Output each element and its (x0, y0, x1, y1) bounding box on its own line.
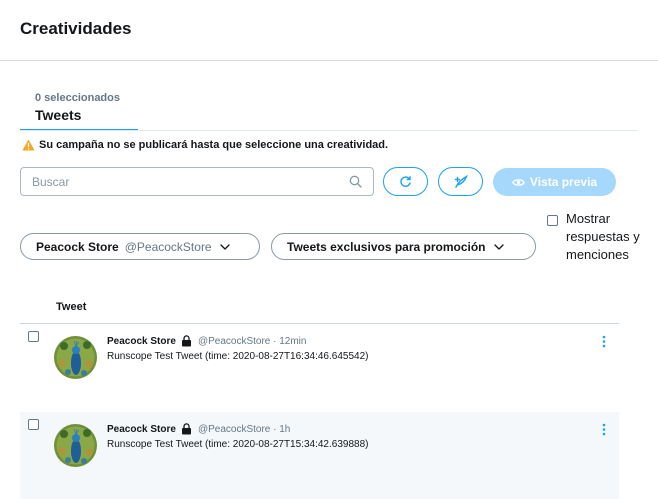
page-title: Creatividades (20, 19, 132, 38)
tab-tweets[interactable]: 0 seleccionados Tweets (20, 88, 138, 131)
account-name: Peacock Store (36, 239, 119, 254)
tab-selected-count: 0 seleccionados (35, 92, 120, 104)
search-box[interactable] (20, 167, 374, 196)
lock-icon (181, 335, 191, 347)
tweet-author-name: Peacock Store (107, 423, 176, 435)
tweet-type-label: Tweets exclusivos para promoción (287, 239, 486, 254)
tweet-handle-time: @PeacockStore · 12min (197, 335, 307, 347)
tweet-text: Runscope Test Tweet (time: 2020-08-27T15… (107, 439, 369, 450)
lock-icon (181, 423, 191, 435)
table-row[interactable]: Peacock Store @PeacockStore · 1h Runscop… (20, 412, 619, 499)
tabs-divider (20, 130, 638, 131)
tweet-handle-time: @PeacockStore · 1h (197, 423, 291, 435)
column-header-tweet: Tweet (56, 301, 87, 313)
preview-button-label: Vista previa (529, 175, 598, 189)
warning-text: Su campaña no se publicará hasta que sel… (39, 139, 389, 151)
warning-triangle-icon (22, 139, 35, 151)
tab-label: Tweets (35, 107, 82, 123)
more-options-icon[interactable] (602, 335, 606, 348)
chevron-down-icon (219, 243, 230, 250)
compose-tweet-button[interactable] (438, 167, 483, 196)
row-checkbox[interactable] (28, 419, 39, 430)
refresh-icon (400, 176, 411, 187)
eye-icon (511, 178, 525, 186)
refresh-button[interactable] (383, 167, 428, 196)
preview-button[interactable]: Vista previa (493, 168, 616, 196)
tweet-type-filter-dropdown[interactable]: Tweets exclusivos para promoción (271, 233, 536, 260)
warning-message: Su campaña no se publicará hasta que sel… (22, 139, 388, 151)
account-handle: @PeacockStore (124, 239, 212, 254)
avatar (54, 336, 97, 379)
search-icon (349, 175, 362, 188)
show-replies-label: Mostrar respuestas y menciones (566, 211, 640, 262)
compose-icon (454, 175, 468, 188)
tweet-text: Runscope Test Tweet (time: 2020-08-27T16… (107, 351, 369, 362)
table-row[interactable]: Peacock Store @PeacockStore · 12min Runs… (20, 324, 619, 412)
account-filter-dropdown[interactable]: Peacock Store @PeacockStore (20, 233, 260, 260)
row-checkbox[interactable] (28, 331, 39, 342)
avatar (54, 424, 97, 467)
header-divider (0, 60, 658, 61)
show-replies-checkbox[interactable] (547, 215, 558, 226)
search-input[interactable] (21, 168, 341, 195)
chevron-down-icon (493, 243, 504, 250)
more-options-icon[interactable] (602, 423, 606, 436)
tweet-author-name: Peacock Store (107, 335, 176, 347)
